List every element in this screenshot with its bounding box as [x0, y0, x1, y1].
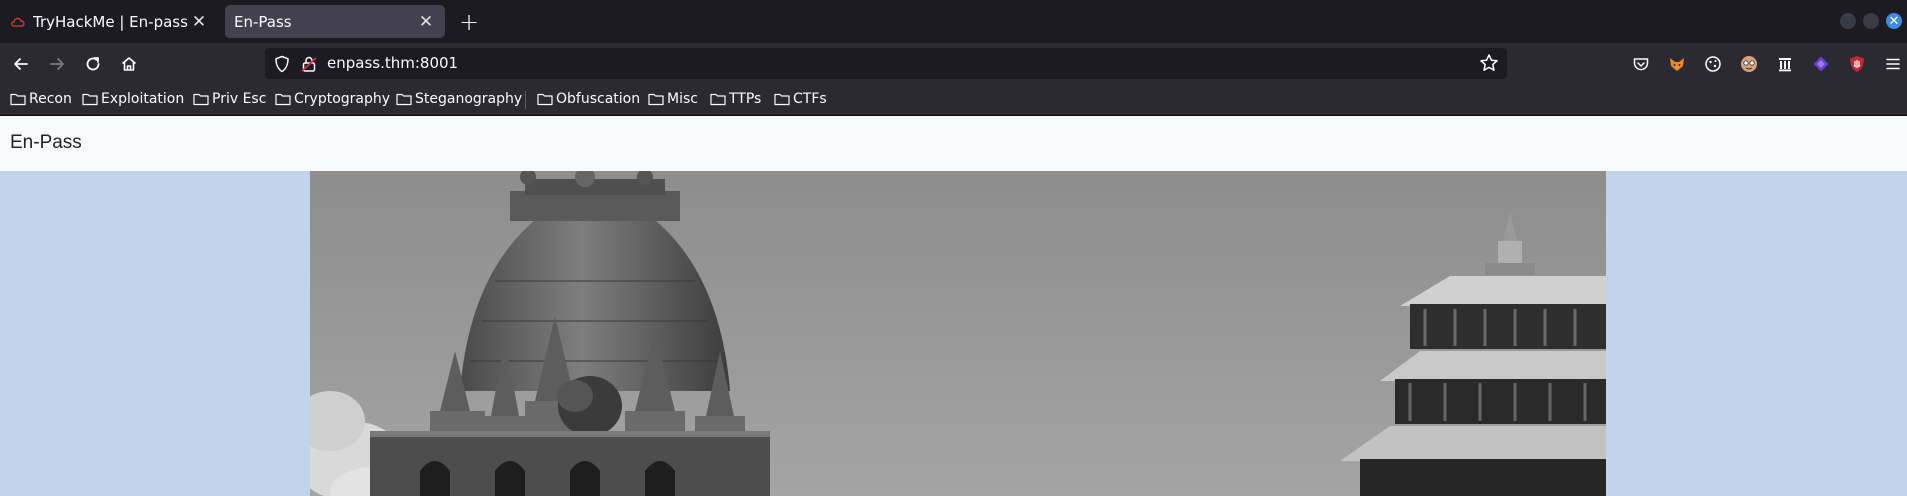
bookmark-label: Obfuscation	[556, 91, 641, 107]
folder-icon	[10, 93, 26, 106]
bookmark-folder-ctfs[interactable]: CTFs	[774, 89, 827, 109]
address-bar[interactable]: enpass.thm:8001	[265, 48, 1507, 79]
cookie-icon[interactable]	[1703, 54, 1723, 74]
bookmark-label: Exploitation	[101, 91, 185, 107]
bookmark-label: Priv Esc	[212, 91, 267, 107]
wayback-icon[interactable]	[1775, 54, 1795, 74]
folder-icon	[193, 93, 209, 106]
close-icon: ✕	[1888, 13, 1900, 29]
dark-ext-icon[interactable]	[1811, 54, 1831, 74]
bookmarks-toolbar: Recon Exploitation Priv Esc Cryptography…	[0, 84, 1907, 116]
close-tab-icon[interactable]: ✕	[190, 12, 208, 32]
foxyproxy-icon[interactable]	[1667, 54, 1687, 74]
folder-icon	[275, 93, 291, 106]
folder-icon	[774, 93, 790, 106]
url-text[interactable]: enpass.thm:8001	[327, 54, 458, 72]
back-arrow-icon[interactable]	[8, 51, 34, 77]
folder-icon	[537, 93, 553, 106]
pocket-icon[interactable]	[1631, 54, 1651, 74]
navigation-toolbar: enpass.thm:8001	[0, 43, 1907, 84]
tab-tryhackme[interactable]: TryHackMe | En-pass ✕	[4, 5, 218, 38]
temple-hero-image	[310, 171, 1606, 496]
bookmark-folder-recon[interactable]: Recon	[10, 89, 72, 109]
minimize-window-button[interactable]	[1840, 13, 1856, 29]
folder-icon	[396, 93, 412, 106]
forward-arrow-icon[interactable]	[44, 51, 70, 77]
bookmark-label: TTPs	[729, 91, 762, 107]
maximize-window-button[interactable]	[1863, 13, 1879, 29]
bookmark-label: Steganography	[415, 91, 523, 107]
tab-title: TryHackMe | En-pass	[33, 12, 188, 31]
bookmark-folder-ttps[interactable]: TTPs	[710, 89, 761, 109]
folder-icon	[82, 93, 98, 106]
bookmark-star-icon[interactable]	[1479, 53, 1499, 73]
tryhackme-favicon-icon	[10, 14, 26, 30]
page-content: En-Pass	[0, 116, 1907, 496]
new-tab-icon[interactable]: +	[457, 8, 481, 36]
folder-icon	[710, 93, 726, 106]
folder-icon	[648, 93, 664, 106]
tab-title: En-Pass	[234, 12, 292, 31]
bookmark-folder-priv-esc[interactable]: Priv Esc	[193, 89, 266, 109]
bookmark-label: Misc	[667, 91, 698, 107]
tab-strip: TryHackMe | En-pass ✕ En-Pass ✕ + ✕	[0, 0, 1907, 43]
bookmark-folder-misc[interactable]: Misc	[648, 89, 698, 109]
bookmark-separator	[525, 91, 526, 109]
home-icon[interactable]	[116, 51, 142, 77]
ublock-icon[interactable]	[1847, 54, 1867, 74]
reload-icon[interactable]	[80, 51, 106, 77]
bookmark-label: CTFs	[793, 91, 827, 107]
bookmark-folder-obfuscation[interactable]: Obfuscation	[537, 89, 640, 109]
menu-icon[interactable]	[1883, 54, 1903, 74]
bookmark-label: Recon	[29, 91, 72, 107]
user-agent-icon[interactable]	[1739, 54, 1759, 74]
bookmark-folder-cryptography[interactable]: Cryptography	[275, 89, 390, 109]
site-navbar: En-Pass	[0, 116, 1907, 171]
insecure-lock-icon[interactable]	[300, 55, 318, 73]
site-brand-link[interactable]: En-Pass	[10, 132, 82, 154]
bookmark-folder-steganography[interactable]: Steganography	[396, 89, 522, 109]
close-tab-icon[interactable]: ✕	[417, 12, 435, 32]
tracking-protection-shield-icon[interactable]	[273, 55, 291, 73]
close-window-button[interactable]: ✕	[1886, 13, 1902, 29]
tab-en-pass[interactable]: En-Pass ✕	[225, 5, 445, 38]
bookmark-folder-exploitation[interactable]: Exploitation	[82, 89, 184, 109]
bookmark-label: Cryptography	[294, 91, 391, 107]
